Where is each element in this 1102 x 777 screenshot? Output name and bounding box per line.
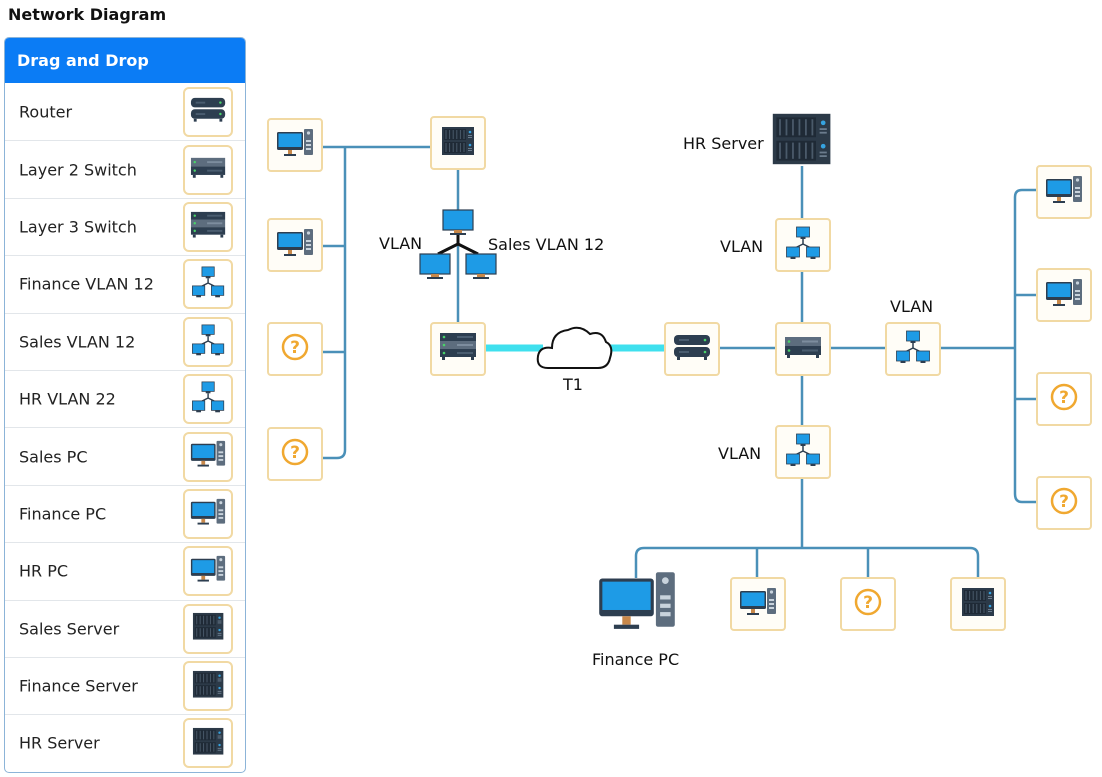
label-t1: T1 (563, 375, 583, 394)
diagram-node-right-pc-2[interactable] (1036, 268, 1092, 322)
drop-target-bottom[interactable]: ? (840, 577, 896, 631)
diagram-node-sales-pc-1[interactable] (267, 118, 323, 172)
diagram-node-core-switch[interactable] (775, 322, 831, 376)
wire-bottom-bus (634, 546, 980, 578)
layer3-switch-icon (439, 331, 477, 367)
label-vlan-top: VLAN (720, 237, 764, 256)
server-icon (771, 112, 832, 170)
drop-target-right-1[interactable]: ? (1036, 372, 1092, 426)
diagram-node-vlan-top[interactable] (775, 218, 831, 272)
pc-icon (1044, 174, 1084, 210)
question-icon: ? (280, 437, 310, 471)
cloud-icon (536, 326, 613, 369)
label-vlan-left: VLAN (379, 234, 423, 253)
pc-icon (275, 127, 315, 163)
drop-target-left-1[interactable]: ? (267, 322, 323, 376)
diagram-node-bottom-server[interactable] (950, 577, 1006, 631)
label-finance-pc: Finance PC (592, 650, 680, 669)
diagram-node-vlan-right[interactable] (885, 322, 941, 376)
vlan-icon (895, 329, 931, 369)
layer2-switch-icon (784, 334, 822, 364)
label-vlan-bottom: VLAN (718, 444, 762, 463)
label-hr-server: HR Server (683, 134, 764, 153)
wire-left-trunk (322, 147, 347, 460)
pc-icon (595, 568, 679, 639)
pc-icon (275, 227, 315, 263)
diagram-node-vlan-bottom[interactable] (775, 425, 831, 479)
diagram-node-sales-pc-2[interactable] (267, 218, 323, 272)
router-icon (673, 333, 711, 365)
svg-text:?: ? (1059, 388, 1069, 408)
svg-text:?: ? (863, 593, 873, 613)
svg-text:?: ? (290, 443, 300, 463)
diagram-node-router[interactable] (664, 322, 720, 376)
svg-text:?: ? (290, 338, 300, 358)
vlan-icon (785, 225, 821, 265)
hr-server-node (771, 112, 833, 170)
diagram-node-right-pc-1[interactable] (1036, 165, 1092, 219)
pc-icon (738, 586, 778, 622)
drop-target-left-2[interactable]: ? (267, 427, 323, 481)
diagram-node-bottom-pc[interactable] (730, 577, 786, 631)
question-icon: ? (853, 587, 883, 621)
diagram-node-sales-server[interactable] (430, 116, 486, 170)
server-icon (961, 587, 995, 621)
question-icon: ? (1049, 382, 1079, 416)
svg-text:?: ? (1059, 492, 1069, 512)
question-icon: ? (280, 332, 310, 366)
vlan-icon (785, 432, 821, 472)
diagram-node-left-switch[interactable] (430, 322, 486, 376)
wire-right-trunk (1013, 188, 1036, 504)
server-icon (441, 126, 475, 160)
label-vlan-right: VLAN (890, 297, 934, 316)
drop-target-right-2[interactable]: ? (1036, 476, 1092, 530)
pc-icon (1044, 277, 1084, 313)
label-sales-vlan: Sales VLAN 12 (488, 235, 605, 254)
finance-pc-node (594, 572, 680, 634)
wire-layer (322, 145, 1036, 578)
question-icon: ? (1049, 486, 1079, 520)
